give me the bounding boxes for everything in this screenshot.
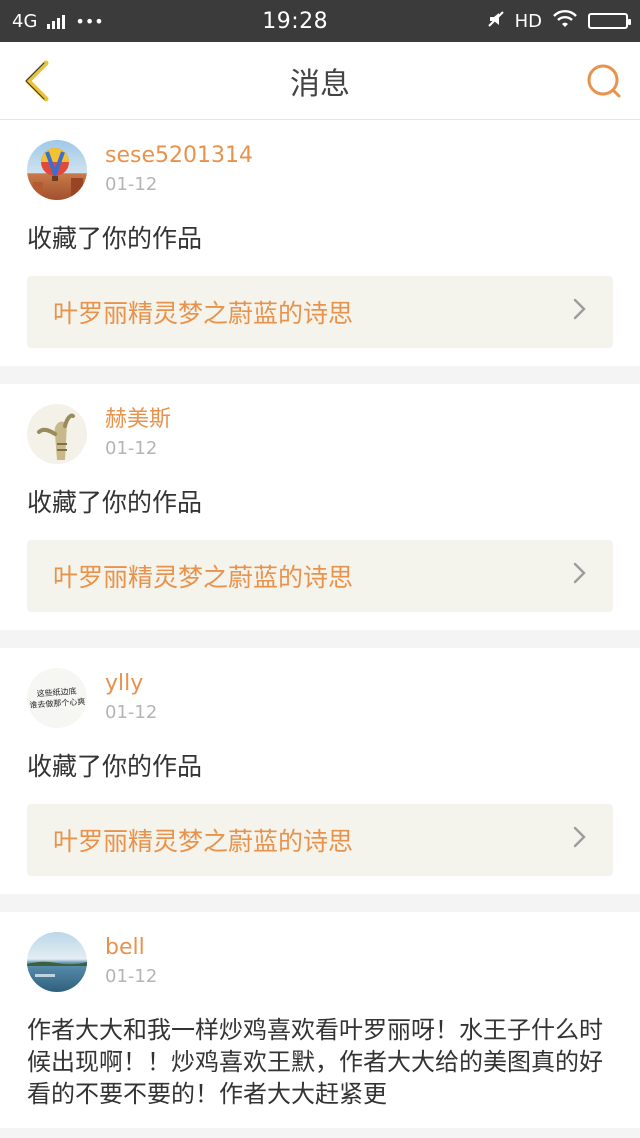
- user-row: bell 01-12: [27, 932, 613, 992]
- search-icon: [587, 64, 621, 97]
- wifi-icon: [552, 9, 578, 34]
- status-bar: 4G ••• 19:28 HD: [0, 0, 640, 42]
- more-dots: •••: [75, 11, 104, 31]
- signal-icon: [47, 13, 66, 29]
- user-row: 这些纸边底 谁去做那个心爽 ylly 01-12: [27, 668, 613, 728]
- battery-icon: [588, 13, 631, 29]
- message-date: 01-12: [105, 966, 158, 987]
- message-item: 这些纸边底 谁去做那个心爽 ylly 01-12 收藏了你的作品 叶罗丽精灵梦之…: [0, 648, 640, 894]
- avatar[interactable]: [27, 404, 87, 464]
- work-title: 叶罗丽精灵梦之蔚蓝的诗思: [53, 299, 354, 328]
- username[interactable]: sese5201314: [105, 141, 253, 171]
- avatar[interactable]: 这些纸边底 谁去做那个心爽: [27, 668, 87, 728]
- message-item: bell 01-12 作者大大和我一样炒鸡喜欢看叶罗丽呀！水王子什么时候出现啊！…: [0, 912, 640, 1128]
- user-row: sese5201314 01-12: [27, 140, 613, 200]
- avatar[interactable]: [27, 932, 87, 992]
- username[interactable]: bell: [105, 933, 157, 963]
- username[interactable]: 赫美斯: [105, 405, 171, 435]
- action-text: 收藏了你的作品: [27, 752, 203, 781]
- chevron-right-icon: [573, 825, 587, 856]
- message-item: 赫美斯 01-12 收藏了你的作品 叶罗丽精灵梦之蔚蓝的诗思: [0, 384, 640, 630]
- work-title: 叶罗丽精灵梦之蔚蓝的诗思: [53, 563, 354, 592]
- avatar[interactable]: [27, 140, 87, 200]
- avatar-handwriting: 这些纸边底 谁去做那个心爽: [29, 686, 86, 710]
- action-text: 收藏了你的作品: [27, 224, 203, 253]
- back-button[interactable]: [16, 60, 56, 101]
- back-chevron-icon: [25, 60, 49, 101]
- status-time: 19:28: [262, 8, 329, 34]
- message-list: sese5201314 01-12 收藏了你的作品 叶罗丽精灵梦之蔚蓝的诗思 赫…: [0, 120, 640, 1128]
- chevron-right-icon: [573, 297, 587, 328]
- chevron-right-icon: [573, 561, 587, 592]
- username[interactable]: ylly: [105, 669, 157, 699]
- work-title: 叶罗丽精灵梦之蔚蓝的诗思: [53, 827, 354, 856]
- message-date: 01-12: [105, 174, 158, 195]
- action-text: 收藏了你的作品: [27, 488, 203, 517]
- message-date: 01-12: [105, 702, 158, 723]
- work-link[interactable]: 叶罗丽精灵梦之蔚蓝的诗思: [27, 804, 613, 876]
- user-row: 赫美斯 01-12: [27, 404, 613, 464]
- comment-text: 作者大大和我一样炒鸡喜欢看叶罗丽呀！水王子什么时候出现啊！！炒鸡喜欢王默，作者大…: [27, 1016, 603, 1108]
- work-link[interactable]: 叶罗丽精灵梦之蔚蓝的诗思: [27, 540, 613, 612]
- message-date: 01-12: [105, 438, 158, 459]
- hd-label: HD: [514, 10, 542, 32]
- mute-icon: [487, 10, 505, 33]
- network-label: 4G: [12, 10, 38, 32]
- search-button[interactable]: [584, 61, 624, 101]
- nav-bar: 消息: [0, 42, 640, 120]
- message-item: sese5201314 01-12 收藏了你的作品 叶罗丽精灵梦之蔚蓝的诗思: [0, 120, 640, 366]
- work-link[interactable]: 叶罗丽精灵梦之蔚蓝的诗思: [27, 276, 613, 348]
- page-title: 消息: [290, 66, 350, 102]
